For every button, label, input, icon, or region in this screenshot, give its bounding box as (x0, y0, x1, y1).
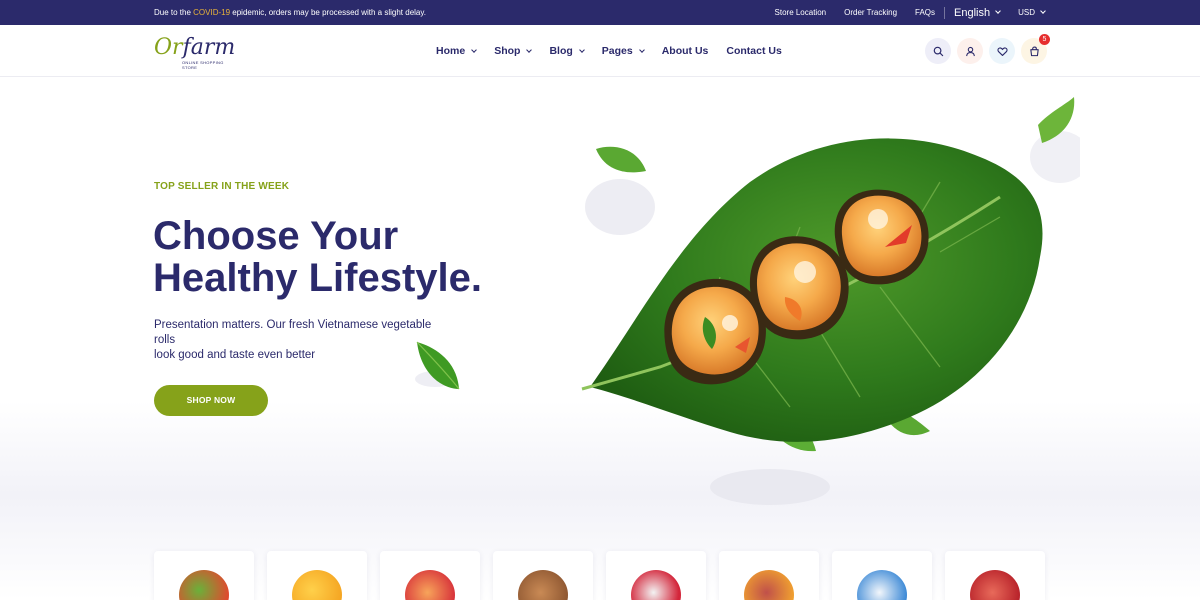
nav-pages-label: Pages (601, 45, 633, 57)
nav-shop-label: Shop (494, 45, 521, 57)
cart-button[interactable]: 5 (1021, 34, 1050, 64)
nav-home[interactable]: Home (436, 45, 478, 57)
faqs-link[interactable]: FAQs (906, 0, 944, 25)
header-actions: 5 (925, 34, 1050, 64)
logo-farm: farm (182, 35, 236, 60)
chevron-down-icon (471, 46, 478, 53)
chevron-down-icon (578, 46, 585, 53)
search-button[interactable] (925, 38, 951, 64)
cart-icon (1029, 46, 1039, 56)
main-header: Orfarm ONLINE SHOPPING STORE Home Shop B… (0, 25, 1200, 77)
search-icon (933, 46, 943, 56)
language-label: English (954, 6, 991, 19)
notice-highlight: COVID-19 (193, 8, 231, 17)
hero-section: TOP SELLER IN THE WEEK Choose Your Healt… (0, 77, 1200, 600)
oranges-icon (292, 570, 342, 600)
notice-prefix: Due to the (154, 8, 194, 17)
bread-icon (518, 570, 568, 600)
cart-count-badge: 5 (1039, 34, 1050, 45)
nav-contact-us[interactable]: Contact Us (726, 45, 781, 57)
covid-notice: Due to the COVID-19 epidemic, orders may… (154, 0, 426, 25)
top-bar-links: Store Location Order Tracking FAQs Engli… (766, 0, 1046, 25)
hero-title: Choose Your Healthy Lifestyle. (153, 215, 573, 299)
chevron-down-icon (526, 46, 533, 53)
category-card-bread[interactable] (493, 551, 593, 600)
chevron-down-icon (638, 46, 645, 53)
language-selector[interactable]: English (945, 7, 1009, 19)
chevron-down-icon (1040, 8, 1046, 14)
nav-home-label: Home (436, 45, 466, 57)
category-card-snacks[interactable] (606, 551, 706, 600)
chevron-down-icon (995, 8, 1001, 14)
logo-tagline: ONLINE SHOPPING STORE (182, 60, 224, 70)
nav-contact-label: Contact Us (726, 45, 782, 57)
category-card-fruits[interactable] (267, 551, 367, 600)
milk-icon (857, 570, 907, 600)
nav-about-us[interactable]: About Us (662, 45, 709, 57)
category-card-juice[interactable] (380, 551, 480, 600)
meat-icon (744, 570, 794, 600)
orfarm-logo[interactable]: Orfarm ONLINE SHOPPING STORE (154, 35, 236, 70)
user-icon (965, 46, 975, 56)
category-card-milk[interactable] (832, 551, 932, 600)
category-list (154, 551, 1045, 600)
category-card-seafood[interactable] (945, 551, 1045, 600)
juice-icon (405, 570, 455, 600)
nav-blog[interactable]: Blog (549, 45, 585, 57)
logo-or: Or (154, 35, 183, 60)
vegetable-rolls-image (581, 97, 1080, 505)
top-bar: Due to the COVID-19 epidemic, orders may… (0, 0, 1200, 25)
wishlist-button[interactable] (989, 38, 1015, 64)
seafood-icon (970, 570, 1020, 600)
category-card-vegetables[interactable] (154, 551, 254, 600)
main-nav: Home Shop Blog Pages About Us Contact Us (436, 25, 800, 77)
nav-pages[interactable]: Pages (601, 45, 645, 57)
snacks-icon (631, 570, 681, 600)
heart-icon (996, 46, 1008, 56)
nav-blog-label: Blog (549, 45, 573, 57)
category-card-meat[interactable] (719, 551, 819, 600)
nav-shop[interactable]: Shop (494, 45, 533, 57)
small-leaf-image (415, 341, 460, 390)
account-button[interactable] (957, 38, 983, 64)
nav-about-label: About Us (661, 45, 709, 57)
store-location-link[interactable]: Store Location (766, 0, 836, 25)
currency-label: USD (1018, 8, 1035, 17)
hero-eyebrow: TOP SELLER IN THE WEEK (154, 181, 290, 192)
shop-now-button[interactable]: SHOP NOW (154, 385, 268, 416)
vegetables-icon (179, 570, 229, 600)
order-tracking-link[interactable]: Order Tracking (835, 0, 906, 25)
currency-selector[interactable]: USD (1009, 8, 1046, 17)
hero-title-line-2: Healthy Lifestyle. (153, 256, 483, 300)
logo-wordmark: Orfarm (154, 35, 236, 61)
notice-suffix: epidemic, orders may be processed with a… (230, 8, 426, 17)
hero-title-line-1: Choose Your (153, 214, 399, 258)
